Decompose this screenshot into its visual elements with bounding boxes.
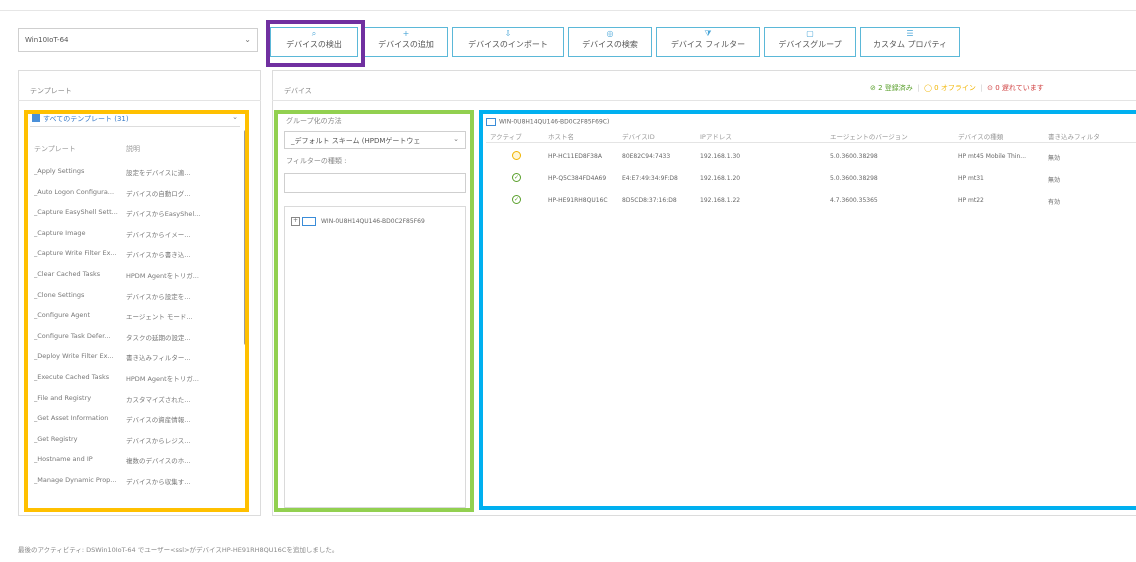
device-group-button[interactable]: ▢ デバイスグループ	[764, 27, 856, 57]
highlight-detect-button	[266, 20, 365, 67]
plus-icon: +	[402, 29, 410, 38]
offline-count: 0 オフライン	[934, 84, 976, 92]
offline-status-icon: ◯	[924, 84, 932, 92]
device-header-divider	[272, 100, 1136, 101]
device-filter-button[interactable]: ⧩ デバイス フィルター	[656, 27, 760, 57]
os-select[interactable]: Win10IoT-64 ⌄	[18, 28, 258, 52]
registered-status-icon: ⊘	[870, 84, 876, 92]
status-summary: ⊘ 2 登録済み | ◯ 0 オフライン | ⊙ 0 遅れています	[870, 83, 1044, 93]
status-separator: |	[978, 84, 985, 92]
import-device-button[interactable]: ⇩ デバイスのインポート	[452, 27, 564, 57]
top-divider	[0, 10, 1136, 11]
device-panel-title: デバイス	[284, 87, 312, 95]
search-device-button[interactable]: ◎ デバイスの検索	[568, 27, 652, 57]
late-count: 0 遅れています	[995, 84, 1044, 92]
filter-icon: ⧩	[704, 29, 712, 38]
import-icon: ⇩	[504, 29, 512, 38]
add-device-button[interactable]: + デバイスの追加	[364, 27, 448, 57]
registered-count: 2 登録済み	[878, 84, 913, 92]
last-activity-status: 最後のアクティビティ: DSWin10IoT-64 でユーザー<ssl>がデバイ…	[18, 546, 339, 554]
highlight-template-list	[24, 110, 249, 512]
find-icon: ◎	[606, 29, 614, 38]
os-select-value: Win10IoT-64	[25, 36, 69, 44]
highlight-device-table	[479, 110, 1136, 510]
group-icon: ▢	[806, 29, 814, 38]
highlight-group-tree	[274, 110, 474, 512]
template-header-divider	[18, 100, 261, 101]
chevron-down-icon: ⌄	[244, 35, 251, 44]
late-status-icon: ⊙	[987, 84, 993, 92]
custom-properties-button[interactable]: ☰ カスタム プロパティ	[860, 27, 960, 57]
status-separator: |	[915, 84, 922, 92]
properties-icon: ☰	[906, 29, 914, 38]
template-panel-title: テンプレート	[30, 87, 72, 95]
